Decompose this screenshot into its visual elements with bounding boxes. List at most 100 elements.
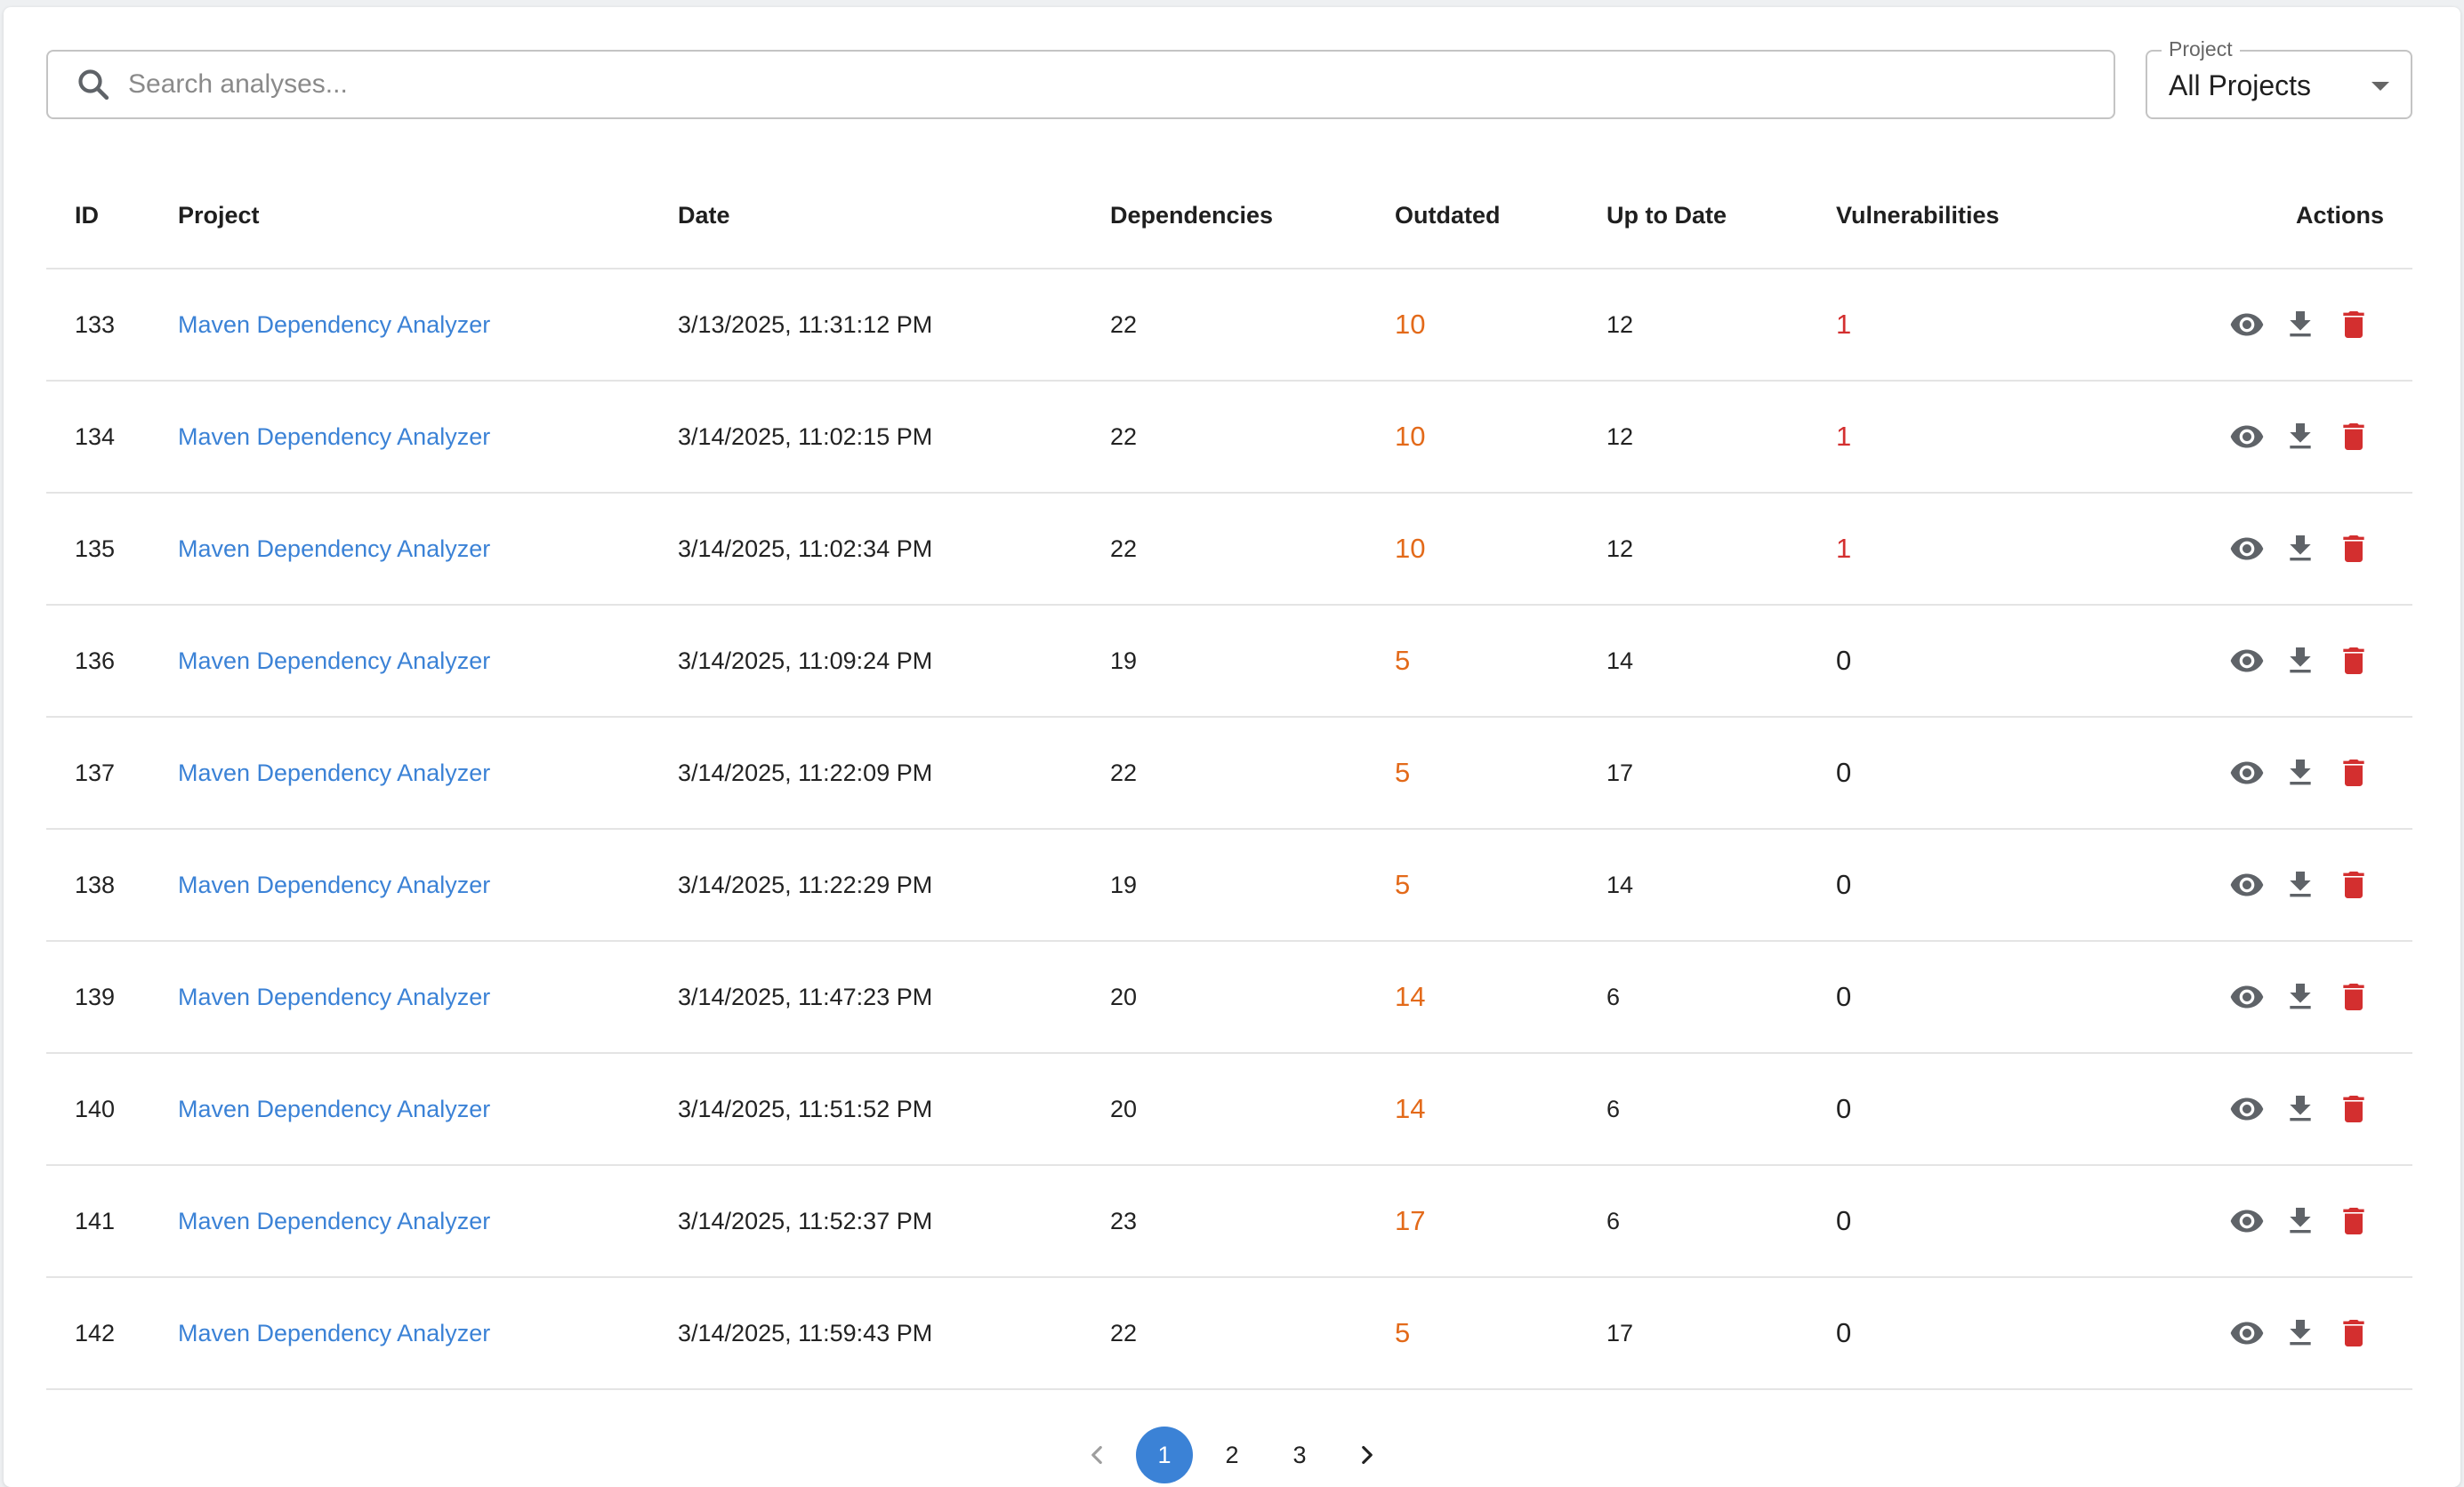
cell-date: 3/14/2025, 11:22:09 PM — [678, 717, 1110, 830]
cell-up-to-date: 6 — [1606, 941, 1836, 1054]
column-header-up-to-date[interactable]: Up to Date — [1606, 164, 1836, 269]
cell-project: Maven Dependency Analyzer — [178, 493, 678, 606]
column-header-dependencies[interactable]: Dependencies — [1110, 164, 1395, 269]
table-row: 142 Maven Dependency Analyzer 3/14/2025, 1… — [46, 1277, 2412, 1390]
delete-button[interactable] — [2336, 531, 2371, 567]
view-button[interactable] — [2229, 1203, 2265, 1239]
download-button[interactable] — [2283, 867, 2318, 903]
cell-actions — [2156, 605, 2412, 718]
page-button-3[interactable]: 3 — [1271, 1427, 1328, 1483]
project-link[interactable]: Maven Dependency Analyzer — [178, 311, 490, 338]
project-link[interactable]: Maven Dependency Analyzer — [178, 535, 490, 562]
page-button-1[interactable]: 1 — [1136, 1427, 1193, 1483]
cell-dependencies: 20 — [1110, 1053, 1395, 1166]
project-link[interactable]: Maven Dependency Analyzer — [178, 1096, 490, 1122]
cell-actions — [2156, 269, 2412, 382]
search-box[interactable] — [46, 50, 2115, 119]
cell-actions — [2156, 829, 2412, 942]
project-link[interactable]: Maven Dependency Analyzer — [178, 760, 490, 786]
view-button[interactable] — [2229, 755, 2265, 791]
cell-date: 3/14/2025, 11:09:24 PM — [678, 605, 1110, 718]
cell-dependencies: 20 — [1110, 941, 1395, 1054]
cell-dependencies: 22 — [1110, 269, 1395, 382]
cell-up-to-date: 6 — [1606, 1053, 1836, 1166]
search-input[interactable] — [126, 68, 1998, 100]
cell-vulnerabilities: 1 — [1836, 269, 2156, 382]
view-button[interactable] — [2229, 867, 2265, 903]
download-button[interactable] — [2283, 531, 2318, 567]
project-link[interactable]: Maven Dependency Analyzer — [178, 984, 490, 1010]
cell-id: 138 — [46, 829, 178, 942]
cell-id: 141 — [46, 1165, 178, 1278]
cell-dependencies: 22 — [1110, 717, 1395, 830]
view-button[interactable] — [2229, 531, 2265, 567]
project-filter-select[interactable]: Project All Projects — [2146, 37, 2412, 119]
cell-actions — [2156, 1165, 2412, 1278]
download-icon — [2283, 643, 2318, 679]
view-button[interactable] — [2229, 1315, 2265, 1351]
project-link[interactable]: Maven Dependency Analyzer — [178, 647, 490, 674]
cell-up-to-date: 12 — [1606, 493, 1836, 606]
download-button[interactable] — [2283, 643, 2318, 679]
cell-date: 3/13/2025, 11:31:12 PM — [678, 269, 1110, 382]
cell-up-to-date: 14 — [1606, 605, 1836, 718]
download-button[interactable] — [2283, 979, 2318, 1015]
delete-button[interactable] — [2336, 1203, 2371, 1239]
delete-icon — [2336, 1315, 2371, 1351]
previous-page-button[interactable] — [1068, 1427, 1125, 1483]
column-header-vulnerabilities[interactable]: Vulnerabilities — [1836, 164, 2156, 269]
column-header-id[interactable]: ID — [46, 164, 178, 269]
cell-dependencies: 22 — [1110, 381, 1395, 494]
table-row: 138 Maven Dependency Analyzer 3/14/2025, 1… — [46, 829, 2412, 942]
project-link[interactable]: Maven Dependency Analyzer — [178, 1208, 490, 1234]
cell-vulnerabilities: 0 — [1836, 717, 2156, 830]
project-link[interactable]: Maven Dependency Analyzer — [178, 872, 490, 898]
view-button[interactable] — [2229, 307, 2265, 342]
view-button[interactable] — [2229, 1091, 2265, 1127]
cell-outdated: 5 — [1395, 605, 1606, 718]
project-link[interactable]: Maven Dependency Analyzer — [178, 1320, 490, 1346]
download-icon — [2283, 867, 2318, 903]
download-button[interactable] — [2283, 1091, 2318, 1127]
cell-up-to-date: 12 — [1606, 381, 1836, 494]
cell-vulnerabilities: 0 — [1836, 941, 2156, 1054]
delete-button[interactable] — [2336, 307, 2371, 342]
delete-button[interactable] — [2336, 419, 2371, 454]
delete-button[interactable] — [2336, 979, 2371, 1015]
column-header-date[interactable]: Date — [678, 164, 1110, 269]
table-body: 133 Maven Dependency Analyzer 3/13/2025, 1… — [46, 269, 2412, 1390]
view-button[interactable] — [2229, 979, 2265, 1015]
download-button[interactable] — [2283, 1203, 2318, 1239]
cell-actions — [2156, 493, 2412, 606]
cell-outdated: 10 — [1395, 381, 1606, 494]
cell-vulnerabilities: 0 — [1836, 605, 2156, 718]
download-button[interactable] — [2283, 307, 2318, 342]
view-button[interactable] — [2229, 643, 2265, 679]
cell-outdated: 14 — [1395, 941, 1606, 1054]
download-button[interactable] — [2283, 1315, 2318, 1351]
cell-project: Maven Dependency Analyzer — [178, 269, 678, 382]
delete-button[interactable] — [2336, 643, 2371, 679]
download-icon — [2283, 1203, 2318, 1239]
cell-date: 3/14/2025, 11:02:15 PM — [678, 381, 1110, 494]
column-header-project[interactable]: Project — [178, 164, 678, 269]
cell-outdated: 14 — [1395, 1053, 1606, 1166]
cell-project: Maven Dependency Analyzer — [178, 605, 678, 718]
cell-dependencies: 22 — [1110, 493, 1395, 606]
delete-button[interactable] — [2336, 755, 2371, 791]
column-header-outdated[interactable]: Outdated — [1395, 164, 1606, 269]
delete-button[interactable] — [2336, 1091, 2371, 1127]
eye-icon — [2229, 419, 2265, 454]
cell-date: 3/14/2025, 11:52:37 PM — [678, 1165, 1110, 1278]
delete-button[interactable] — [2336, 867, 2371, 903]
cell-actions — [2156, 1053, 2412, 1166]
download-button[interactable] — [2283, 419, 2318, 454]
download-button[interactable] — [2283, 755, 2318, 791]
delete-button[interactable] — [2336, 1315, 2371, 1351]
project-link[interactable]: Maven Dependency Analyzer — [178, 423, 490, 450]
next-page-button[interactable] — [1339, 1427, 1396, 1483]
eye-icon — [2229, 979, 2265, 1015]
view-button[interactable] — [2229, 419, 2265, 454]
cell-date: 3/14/2025, 11:59:43 PM — [678, 1277, 1110, 1390]
page-button-2[interactable]: 2 — [1204, 1427, 1260, 1483]
